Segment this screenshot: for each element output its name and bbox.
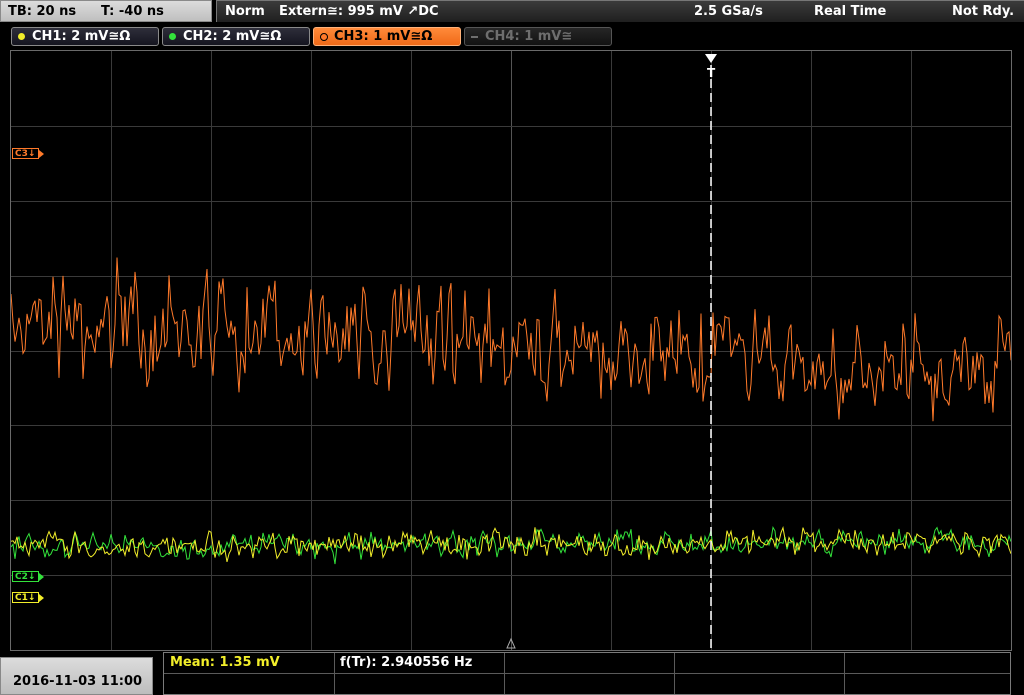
measurement-divider — [334, 653, 335, 694]
acquisition-status[interactable]: Norm Extern≅: 995 mV ↗DC 2.5 GSa/s Real … — [216, 0, 1024, 22]
ch4-label: CH4: 1 mV≅ — [485, 29, 573, 44]
mean-measurement: Mean: 1.35 mV — [170, 655, 280, 670]
timebase-label: TB: 20 ns — [8, 4, 77, 19]
ch4-off-icon — [471, 36, 478, 38]
ch3-marker-label: C3 — [15, 149, 28, 159]
ch2-label: CH2: 2 mV≅Ω — [183, 29, 282, 44]
tab-ch3[interactable]: CH3: 1 mV≅Ω — [313, 27, 461, 46]
status-bar: TB: 20 ns T: -40 ns Norm Extern≅: 995 mV… — [0, 0, 1024, 24]
trigger-time-label: T: -40 ns — [101, 4, 164, 19]
timebase-box[interactable]: TB: 20 ns T: -40 ns — [0, 0, 212, 22]
tab-ch4[interactable]: CH4: 1 mV≅ — [464, 27, 612, 46]
trigger-source-label: Extern≅: 995 mV ↗DC — [279, 4, 439, 19]
ch1-marker-label: C1 — [15, 593, 28, 603]
ch2-marker-label: C2 — [15, 572, 28, 582]
datetime-label: 2016-11-03 11:00 — [13, 674, 143, 689]
ch1-dot-icon — [18, 33, 25, 40]
ch1-label: CH1: 2 mV≅Ω — [32, 29, 131, 44]
waveform-display[interactable]: T C3↓ C2↓ C1↓ — [10, 50, 1012, 651]
measurement-table[interactable]: Mean: 1.35 mV f(Tr): 2.940556 Hz — [163, 652, 1011, 695]
ch2-offset-marker[interactable]: C2↓ — [12, 571, 45, 582]
ready-state-label: Not Rdy. — [952, 4, 1015, 19]
acquisition-mode-label: Real Time — [814, 4, 887, 19]
tab-ch2[interactable]: CH2: 2 mV≅Ω — [162, 27, 310, 46]
measurement-divider — [844, 653, 845, 694]
channel-tabs: CH1: 2 mV≅Ω CH2: 2 mV≅Ω CH3: 1 mV≅Ω CH4:… — [0, 25, 1024, 49]
trigger-marker-label: T — [707, 66, 716, 80]
ch3-offset-marker[interactable]: C3↓ — [12, 148, 45, 159]
trigger-position-arrow-icon[interactable] — [705, 54, 717, 63]
ch1-offset-marker[interactable]: C1↓ — [12, 592, 45, 603]
ch2-dot-icon — [169, 33, 176, 40]
measurement-divider — [674, 653, 675, 694]
graticule — [11, 51, 1011, 650]
measurement-divider — [504, 653, 505, 694]
measurement-divider — [164, 673, 1010, 674]
sample-rate-label: 2.5 GSa/s — [694, 4, 763, 19]
frequency-measurement: f(Tr): 2.940556 Hz — [340, 655, 473, 670]
bottom-bar: 2016-11-03 11:00 Mean: 1.35 mV f(Tr): 2.… — [0, 652, 1024, 695]
ch3-label: CH3: 1 mV≅Ω — [334, 29, 433, 44]
waveform-canvas: T — [11, 51, 1011, 650]
datetime-box: 2016-11-03 11:00 — [0, 657, 153, 695]
trigger-mode-label: Norm — [225, 4, 265, 19]
ch3-dot-icon — [320, 33, 328, 41]
tab-ch1[interactable]: CH1: 2 mV≅Ω — [11, 27, 159, 46]
